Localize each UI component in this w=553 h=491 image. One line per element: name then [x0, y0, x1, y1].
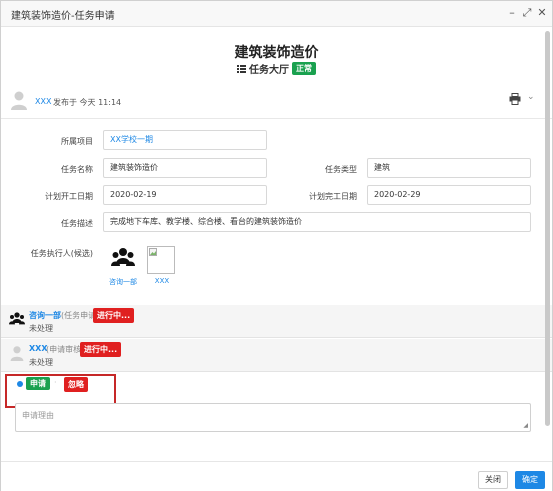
scrollbar-thumb[interactable]	[545, 31, 550, 426]
approver-role: (申请审核)	[46, 345, 85, 354]
executors-label: 任务执行人(候选)	[30, 249, 93, 258]
project-field[interactable]: XX学校一期	[103, 130, 267, 150]
title-bar: 建筑装饰造价-任务申请 – ⤢ ✕	[1, 1, 552, 27]
poster-row: XXX 发布于 今天 11:14 ⌄	[9, 90, 539, 112]
project-label: 所属项目	[61, 137, 93, 146]
broken-image-icon	[147, 246, 175, 274]
printer-icon[interactable]	[509, 93, 521, 105]
executor-item[interactable]: XXX	[147, 246, 177, 285]
reason-textarea[interactable]: 申请理由 ◢	[15, 403, 531, 432]
close-button[interactable]: 关闭	[478, 471, 508, 489]
resize-handle-icon[interactable]: ◢	[523, 423, 528, 429]
executor-name[interactable]: XXX	[147, 277, 177, 285]
progress-badge: 进行中...	[93, 308, 135, 323]
close-window-button[interactable]: ✕	[534, 5, 550, 21]
task-hall-heading: 任务大厅 正常	[237, 61, 316, 76]
plan-end-field[interactable]: 2020-02-29	[367, 185, 531, 205]
dialog-window: 建筑装饰造价-任务申请 – ⤢ ✕ 建筑装饰造价 任务大厅 正常 XXX 发布于…	[0, 0, 553, 491]
maximize-button[interactable]: ⤢	[519, 5, 535, 21]
executor-item[interactable]: 咨询一部	[107, 246, 139, 287]
approver-name[interactable]: XXX	[29, 344, 48, 353]
approval-status: 未处理	[29, 324, 53, 333]
plan-end-label: 计划完工日期	[309, 192, 357, 201]
task-name-field[interactable]: 建筑装饰造价	[103, 158, 267, 178]
plan-start-field[interactable]: 2020-02-19	[103, 185, 267, 205]
task-name-label: 任务名称	[61, 165, 93, 174]
approval-row: 咨询一部 (任务申请) 进行中... 未处理	[1, 305, 552, 338]
chevron-down-icon[interactable]: ⌄	[527, 92, 535, 102]
approval-row: XXX (申请审核) 进行中... 未处理	[1, 339, 552, 372]
approver-name[interactable]: 咨询一部	[29, 310, 61, 321]
description-label: 任务描述	[61, 219, 93, 228]
description-field[interactable]: 完成地下车库、教学楼、综合楼、看台的建筑装饰造价	[103, 212, 531, 232]
page-title: 建筑装饰造价	[234, 45, 319, 61]
poster-name[interactable]: XXX	[35, 97, 51, 106]
minimize-button[interactable]: –	[504, 5, 520, 21]
reason-placeholder: 申请理由	[22, 411, 54, 420]
task-type-label: 任务类型	[325, 165, 357, 174]
post-time: 发布于 今天 11:14	[53, 98, 122, 107]
group-icon	[9, 312, 25, 325]
status-badge: 正常	[292, 62, 316, 75]
divider	[1, 118, 552, 119]
list-icon	[237, 64, 246, 73]
progress-badge: 进行中...	[80, 342, 122, 357]
task-type-field[interactable]: 建筑	[367, 158, 531, 178]
vertical-scrollbar[interactable]	[544, 31, 550, 459]
executor-name[interactable]: 咨询一部	[107, 277, 139, 287]
dialog-footer: 关闭 确定	[1, 461, 552, 491]
window-title: 建筑装饰造价-任务申请	[11, 11, 115, 22]
task-hall-label: 任务大厅	[249, 65, 289, 76]
plan-start-label: 计划开工日期	[45, 192, 93, 201]
avatar	[10, 346, 24, 361]
confirm-button[interactable]: 确定	[515, 471, 545, 489]
group-icon	[111, 248, 135, 266]
approval-status: 未处理	[29, 358, 53, 367]
avatar	[11, 91, 27, 110]
dialog-content: 建筑装饰造价 任务大厅 正常 XXX 发布于 今天 11:14 ⌄ 所属项目 X…	[1, 28, 552, 460]
image-icon	[149, 248, 157, 256]
